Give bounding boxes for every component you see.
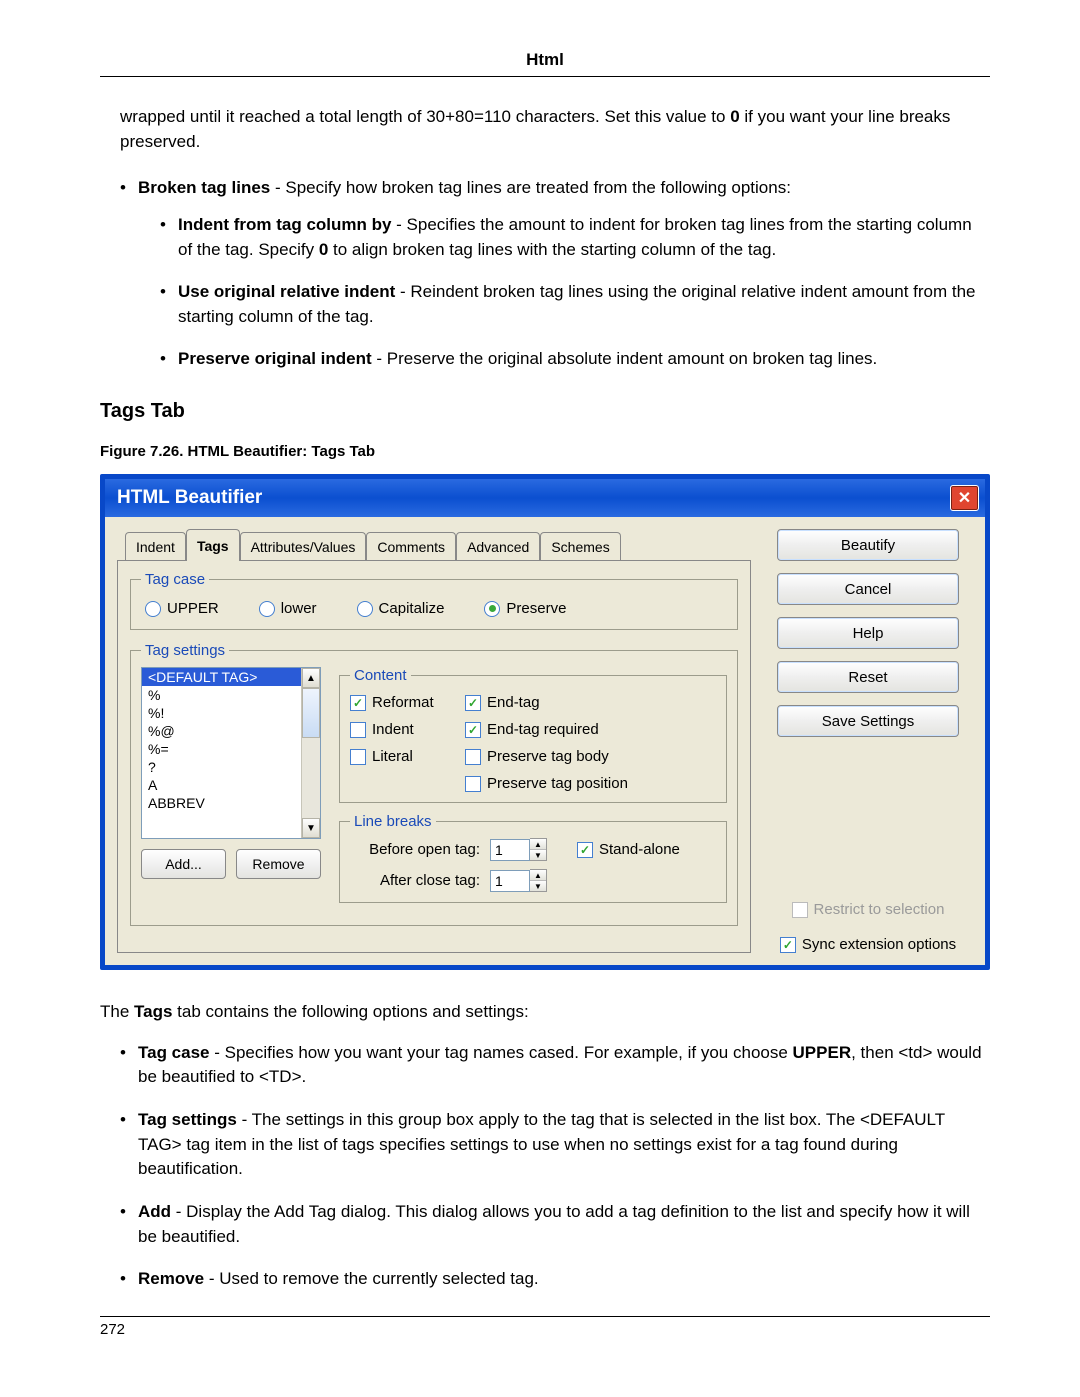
- tab-comments[interactable]: Comments: [366, 532, 456, 561]
- bullet-add: Add - Display the Add Tag dialog. This d…: [120, 1200, 990, 1249]
- spin-after[interactable]: ▲▼: [490, 869, 547, 892]
- remove-button[interactable]: Remove: [236, 849, 321, 879]
- group-content: Content Reformat Indent Literal: [339, 667, 727, 803]
- intro-paragraph: wrapped until it reached a total length …: [120, 105, 990, 154]
- tab-schemes[interactable]: Schemes: [540, 532, 620, 561]
- spin-before-input[interactable]: [490, 839, 530, 861]
- spin-down-icon[interactable]: ▼: [530, 850, 546, 860]
- legend-line-breaks: Line breaks: [350, 813, 436, 830]
- help-button[interactable]: Help: [777, 617, 959, 649]
- spin-before[interactable]: ▲▼: [490, 838, 547, 861]
- radio-upper[interactable]: UPPER: [145, 600, 219, 617]
- beautify-button[interactable]: Beautify: [777, 529, 959, 561]
- check-sync[interactable]: Sync extension options: [780, 936, 956, 953]
- dialog-window: HTML Beautifier ✕ Indent Tags Attributes…: [100, 474, 990, 970]
- page-header: Html: [100, 50, 990, 70]
- tab-strip: Indent Tags Attributes/Values Comments A…: [125, 529, 751, 561]
- group-tag-case: Tag case UPPER lower Capitalize Preserve: [130, 571, 738, 630]
- save-settings-button[interactable]: Save Settings: [777, 705, 959, 737]
- spin-up-icon[interactable]: ▲: [530, 839, 546, 850]
- window-title: HTML Beautifier: [117, 487, 262, 509]
- check-standalone[interactable]: Stand-alone: [577, 841, 680, 858]
- bullet-broken: Broken tag lines - Specify how broken ta…: [120, 176, 990, 372]
- tags-listbox[interactable]: <DEFAULT TAG> % %! %@ %= ? A ABBREV: [141, 667, 321, 839]
- list-item[interactable]: ABBREV: [142, 794, 301, 812]
- check-restrict: Restrict to selection: [792, 901, 945, 918]
- check-preserve-body[interactable]: Preserve tag body: [465, 748, 716, 765]
- add-button[interactable]: Add...: [141, 849, 226, 879]
- check-preserve-position[interactable]: Preserve tag position: [465, 775, 716, 792]
- label-before-open: Before open tag:: [350, 841, 480, 858]
- reset-button[interactable]: Reset: [777, 661, 959, 693]
- list-item[interactable]: %=: [142, 740, 301, 758]
- check-endtag-required[interactable]: End-tag required: [465, 721, 716, 738]
- label-after-close: After close tag:: [350, 872, 480, 889]
- group-line-breaks: Line breaks Before open tag: ▲▼ Stand-al…: [339, 813, 727, 903]
- list-item[interactable]: %@: [142, 722, 301, 740]
- section-heading: Tags Tab: [100, 400, 990, 423]
- legend-tag-case: Tag case: [141, 571, 209, 588]
- list-item[interactable]: %!: [142, 704, 301, 722]
- scroll-up-icon[interactable]: ▲: [302, 668, 320, 688]
- group-tag-settings: Tag settings <DEFAULT TAG> % %! %@ %: [130, 642, 738, 926]
- bullet-preserve: Preserve original indent - Preserve the …: [160, 347, 990, 372]
- spin-down-icon[interactable]: ▼: [530, 881, 546, 891]
- under-paragraph: The Tags tab contains the following opti…: [100, 1000, 990, 1025]
- divider-bottom: [100, 1316, 990, 1317]
- bullet-tagcase: Tag case - Specifies how you want your t…: [120, 1041, 990, 1090]
- page-number: 272: [100, 1321, 990, 1338]
- radio-preserve[interactable]: Preserve: [484, 600, 566, 617]
- titlebar[interactable]: HTML Beautifier ✕: [105, 479, 985, 517]
- check-literal[interactable]: Literal: [350, 748, 465, 765]
- bullet-use-original: Use original relative indent - Reindent …: [160, 280, 990, 329]
- bullet-remove: Remove - Used to remove the currently se…: [120, 1267, 990, 1292]
- legend-content: Content: [350, 667, 411, 684]
- bullet-indent-from: Indent from tag column by - Specifies th…: [160, 213, 990, 262]
- spin-up-icon[interactable]: ▲: [530, 870, 546, 881]
- list-item[interactable]: A: [142, 776, 301, 794]
- check-endtag[interactable]: End-tag: [465, 694, 716, 711]
- scroll-thumb[interactable]: [302, 688, 320, 738]
- bullet-tagsettings: Tag settings - The settings in this grou…: [120, 1108, 990, 1182]
- scroll-down-icon[interactable]: ▼: [302, 818, 320, 838]
- divider-top: [100, 76, 990, 77]
- tab-tags[interactable]: Tags: [186, 529, 240, 561]
- tab-attributes[interactable]: Attributes/Values: [240, 532, 367, 561]
- check-reformat[interactable]: Reformat: [350, 694, 465, 711]
- cancel-button[interactable]: Cancel: [777, 573, 959, 605]
- tab-advanced[interactable]: Advanced: [456, 532, 540, 561]
- check-indent[interactable]: Indent: [350, 721, 465, 738]
- spin-after-input[interactable]: [490, 870, 530, 892]
- tab-indent[interactable]: Indent: [125, 532, 186, 561]
- radio-lower[interactable]: lower: [259, 600, 317, 617]
- list-item[interactable]: ?: [142, 758, 301, 776]
- close-icon[interactable]: ✕: [950, 485, 979, 511]
- legend-tag-settings: Tag settings: [141, 642, 229, 659]
- list-item[interactable]: %: [142, 686, 301, 704]
- radio-capitalize[interactable]: Capitalize: [357, 600, 445, 617]
- scrollbar[interactable]: ▲ ▼: [301, 668, 320, 838]
- figure-caption: Figure 7.26. HTML Beautifier: Tags Tab: [100, 443, 990, 460]
- list-item[interactable]: <DEFAULT TAG>: [142, 668, 301, 686]
